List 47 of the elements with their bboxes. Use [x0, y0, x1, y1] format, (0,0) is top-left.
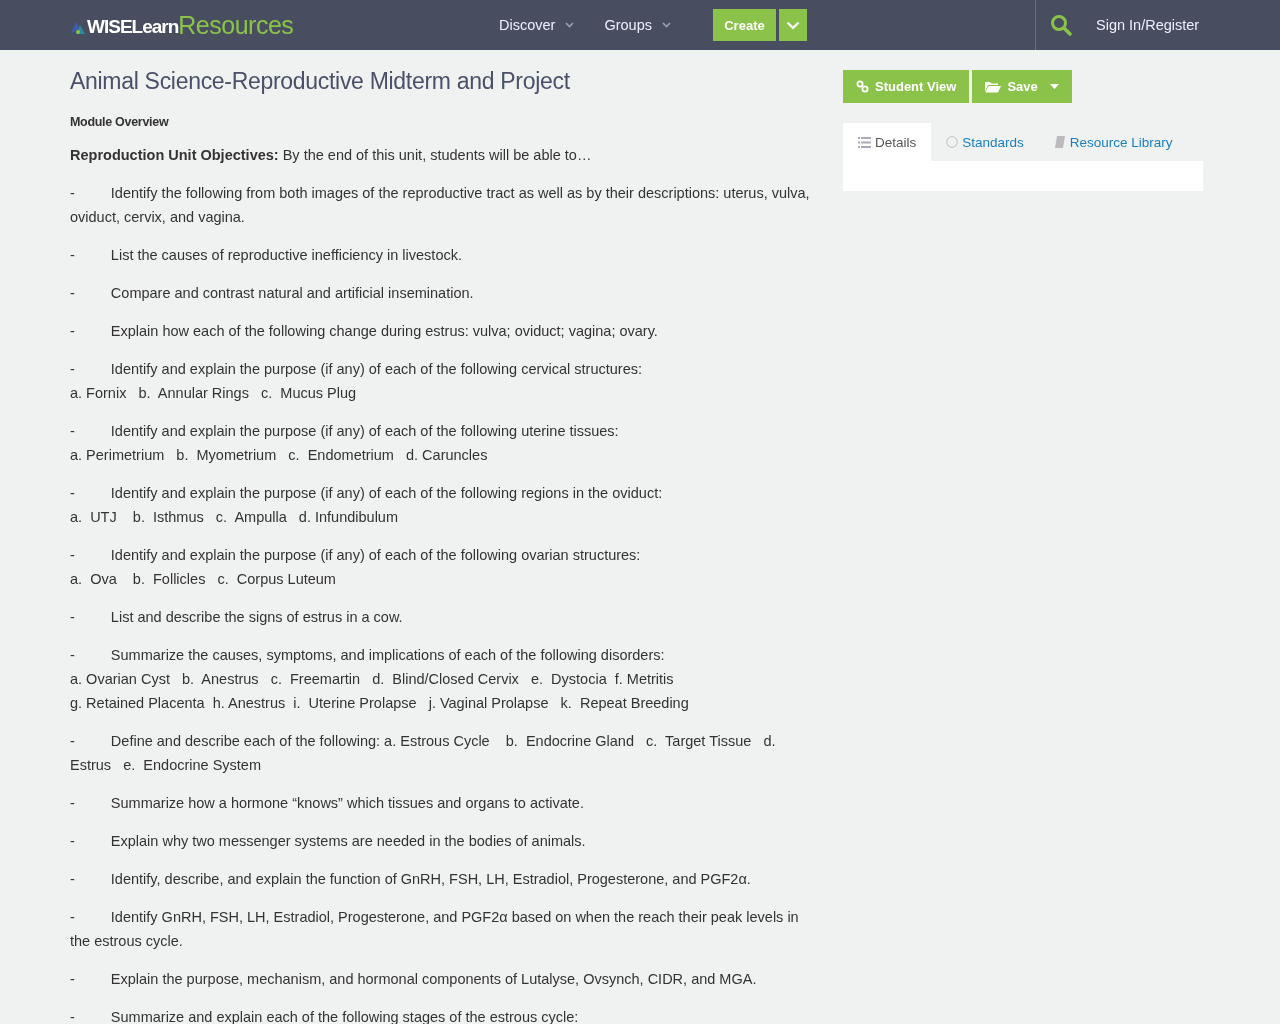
nav-menu[interactable]: Groups — [604, 17, 671, 33]
chevron-down-icon — [785, 20, 800, 30]
sub-item-list: a. UTJ b. Isthmus c. Ampulla d. Infundibulum — [70, 509, 398, 525]
logo-wordmark[interactable]: WISELearn — [87, 15, 179, 38]
nav-menu[interactable]: Discover — [499, 17, 575, 33]
objective-text: - Identify, describe, and explain the function of GnRH, FSH, LH, Estradiol, Progesterone, and PGF2α. — [70, 870, 752, 889]
list-icon — [858, 136, 871, 148]
tab[interactable]: Standards — [931, 123, 1039, 161]
tab[interactable]: Details — [843, 123, 932, 161]
objective-text: - Explain why two messenger systems are needed in the bodies of animals. — [70, 832, 587, 851]
caret-icon — [1049, 84, 1059, 89]
book-icon — [1053, 136, 1066, 148]
action-button[interactable]: Student View — [843, 70, 970, 103]
action-button[interactable]: Save — [972, 70, 1072, 103]
objective-text: - Identify and explain the purpose (if any) of each of the following uterine tissues: — [70, 422, 620, 441]
search-icon[interactable] — [1050, 14, 1072, 36]
objective-text: - Identify and explain the purpose (if any) of each of the following cervical structures: — [70, 360, 643, 379]
chevron-down-icon — [565, 22, 575, 28]
sub-item-list: a. Ova b. Follicles c. Corpus Luteum — [70, 571, 336, 587]
objective-text: - Define and describe each of the following: a. Estrous Cycle b. Endocrine Gland c. Target Tissue d. Estrus e. Endocrine System — [70, 732, 777, 775]
chevron-down-icon — [661, 22, 671, 28]
objective-text: - Identify GnRH, FSH, LH, Estradiol, Progesterone, and PGF2α based on when the reach their peak levels in the estrous cycle. — [70, 908, 800, 951]
objective-text: - Identify and explain the purpose (if any) of each of the following regions in the oviduct: — [70, 484, 664, 503]
sub-item-list: a. Ovarian Cyst b. Anestrus c. Freemartin d. Blind/Closed Cervix e. Dystocia f. Metritis — [70, 671, 674, 687]
objective-text: - Explain how each of the following change during estrus: vulva; oviduct; vagina; ovary. — [70, 322, 659, 341]
objective-text: - Compare and contrast natural and artificial insemination. — [70, 284, 475, 303]
objective-text: - Summarize the causes, symptoms, and implications of each of the following disorders: — [70, 646, 666, 665]
sub-item-list: a. Perimetrium b. Myometrium c. Endometrium d. Caruncles — [70, 447, 488, 463]
objective-text: - List the causes of reproductive inefficiency in livestock. — [70, 246, 463, 265]
objective-text: - Identify and explain the purpose (if any) of each of the following ovarian structures: — [70, 546, 642, 565]
page-title: Animal Science-Reproductive Midterm and Project — [70, 68, 571, 95]
link-icon — [856, 80, 869, 93]
circle-icon — [946, 136, 959, 148]
section-heading: Module Overview — [70, 115, 170, 129]
sign-in-link[interactable]: Sign In/Register — [1096, 17, 1200, 33]
logo-product-name[interactable]: Resources — [178, 12, 294, 38]
sub-item-list: g. Retained Placenta h. Anestrus i. Uterine Prolapse j. Vaginal Prolapse k. Repeat Breeding — [70, 695, 689, 711]
create-button[interactable]: Create — [712, 9, 776, 41]
tab[interactable]: Resource Library — [1038, 123, 1188, 161]
intro-text: Reproduction Unit Objectives: By the end of this unit, students will be able to… — [70, 146, 593, 165]
objective-text: - List and describe the signs of estrus in a cow. — [70, 608, 404, 627]
folder-icon — [985, 80, 1002, 93]
sub-item-list: a. Fornix b. Annular Rings c. Mucus Plug — [70, 385, 357, 401]
objective-text: - Summarize how a hormone “knows” which tissues and organs to activate. — [70, 794, 585, 813]
objective-text: - Explain the purpose, mechanism, and hormonal components of Lutalyse, Ovsynch, CIDR, and MGA. — [70, 970, 758, 989]
objective-text: - Identify the following from both images of the reproductive tract as well as by their descriptions: uterus, vulva, oviduct, cervix, and vagina. — [70, 184, 811, 227]
dropdown-button[interactable] — [778, 9, 807, 41]
